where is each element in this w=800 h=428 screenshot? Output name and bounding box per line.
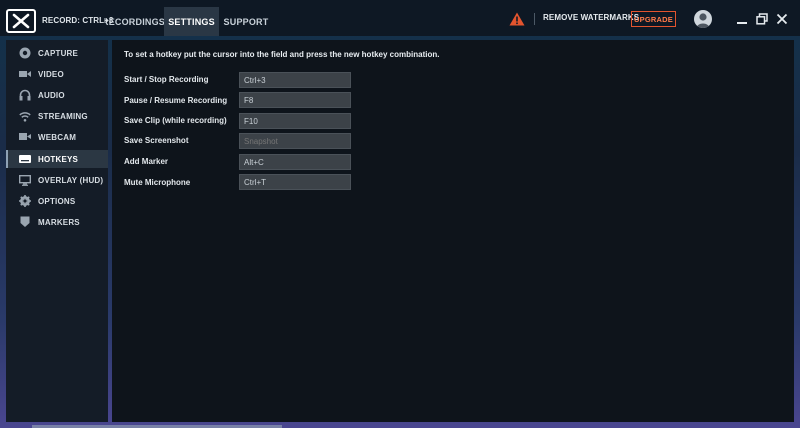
video-camera-icon: [18, 68, 32, 80]
hotkey-field-save-clip[interactable]: [239, 113, 351, 129]
avatar-icon[interactable]: [694, 10, 712, 28]
hotkey-field-start-stop[interactable]: [239, 72, 351, 88]
sidebar-item-video[interactable]: VIDEO: [6, 65, 108, 83]
sidebar-item-audio[interactable]: AUDIO: [6, 86, 108, 104]
monitor-icon: [18, 174, 32, 186]
hotkey-label-start-stop: Start / Stop Recording: [124, 75, 209, 84]
upgrade-button[interactable]: UPGRADE: [631, 11, 676, 27]
keyboard-icon: [18, 153, 32, 165]
hotkey-label-mute-microphone: Mute Microphone: [124, 178, 191, 187]
sidebar-item-label: WEBCAM: [38, 132, 77, 142]
tab-support[interactable]: SUPPORT: [220, 7, 272, 36]
sidebar-item-capture[interactable]: CAPTURE: [6, 44, 108, 62]
tab-settings[interactable]: SETTINGS: [164, 7, 219, 36]
hotkey-label-add-marker: Add Marker: [124, 157, 169, 166]
gear-icon: [18, 195, 32, 207]
capture-icon: [18, 47, 32, 59]
headphones-icon: [18, 89, 32, 101]
hotkeys-panel: To set a hotkey put the cursor into the …: [112, 40, 794, 422]
sidebar-item-label: VIDEO: [38, 69, 64, 79]
hotkey-label-save-screenshot: Save Screenshot: [124, 136, 189, 145]
record-hotkey-label: RECORD: CTRL+3: [42, 16, 113, 30]
hotkey-field-mute-microphone[interactable]: [239, 174, 351, 190]
sidebar-item-label: STREAMING: [38, 111, 88, 121]
webcam-icon: [18, 131, 32, 143]
hotkey-field-add-marker[interactable]: [239, 154, 351, 170]
warning-icon[interactable]: [509, 12, 525, 26]
settings-sidebar: CAPTURE VIDEO AUDIO STREAMING WEBCAM HOT…: [6, 40, 108, 422]
sidebar-item-label: HOTKEYS: [38, 154, 79, 164]
title-bar: RECORD: CTRL+3 RECORDINGS SETTINGS SUPPO…: [0, 0, 800, 36]
remove-watermarks-link[interactable]: REMOVE WATERMARKS: [543, 13, 639, 22]
close-icon[interactable]: [775, 12, 789, 26]
sidebar-item-label: CAPTURE: [38, 48, 79, 58]
marker-icon: [18, 216, 32, 228]
wifi-icon: [18, 110, 32, 122]
sidebar-item-overlay[interactable]: OVERLAY (HUD): [6, 171, 108, 189]
sidebar-item-label: OPTIONS: [38, 196, 76, 206]
hotkeys-instructions: To set a hotkey put the cursor into the …: [124, 50, 440, 59]
hotkey-label-save-clip: Save Clip (while recording): [124, 116, 227, 125]
sidebar-item-hotkeys[interactable]: HOTKEYS: [6, 150, 108, 168]
hotkey-field-pause-resume[interactable]: [239, 92, 351, 108]
sidebar-item-label: OVERLAY (HUD): [38, 175, 104, 185]
header-divider: [534, 13, 535, 25]
minimize-icon[interactable]: [735, 12, 749, 26]
app-logo-icon: [6, 9, 36, 33]
sidebar-item-options[interactable]: OPTIONS: [6, 192, 108, 210]
hotkey-label-pause-resume: Pause / Resume Recording: [124, 96, 228, 105]
maximize-icon[interactable]: [755, 12, 769, 26]
sidebar-item-markers[interactable]: MARKERS: [6, 213, 108, 231]
sidebar-item-streaming[interactable]: STREAMING: [6, 107, 108, 125]
sidebar-item-label: MARKERS: [38, 217, 80, 227]
hotkey-field-save-screenshot[interactable]: [239, 133, 351, 149]
sidebar-item-webcam[interactable]: WEBCAM: [6, 128, 108, 146]
sidebar-item-label: AUDIO: [38, 90, 65, 100]
